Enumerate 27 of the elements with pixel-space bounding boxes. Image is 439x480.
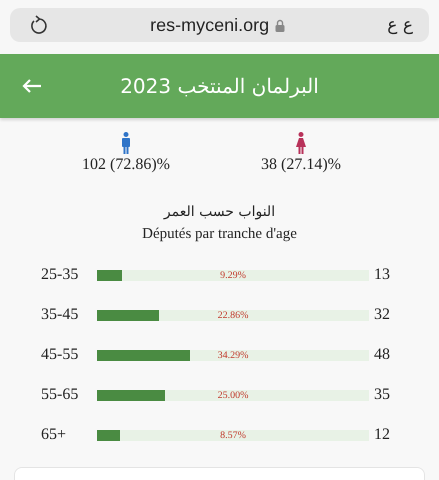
section-title: النواب حسب العمر [162, 204, 276, 220]
count-label: 48 [374, 346, 390, 364]
percent-label: 25.00% [218, 390, 248, 400]
age-range-label: 45-55 [41, 346, 80, 364]
man-icon [120, 132, 131, 154]
page-title: البرلمان المنتخب 2023 [120, 74, 319, 98]
count-text: 38 (27.14)% [261, 156, 341, 174]
count-label: 35 [374, 386, 390, 404]
count-label: 12 [374, 426, 390, 444]
count-label: 13 [374, 266, 390, 284]
percent-label: 22.86% [218, 310, 248, 320]
woman-icon [295, 132, 307, 154]
section-subtitle: Députés par tranche d'age [141, 226, 298, 243]
age-range-label: 55-65 [41, 386, 80, 404]
percent-label: 8.57% [220, 430, 246, 440]
age-range-label: 35-45 [41, 306, 80, 324]
count-label: 32 [374, 306, 390, 324]
lock-icon [275, 18, 286, 32]
count-text: 102 (72.86)% [82, 156, 170, 174]
reload-icon[interactable] [30, 15, 48, 35]
percent-label: 34.29% [218, 350, 248, 360]
back-arrow-icon[interactable] [22, 78, 42, 94]
age-range-label: 25-35 [41, 266, 80, 284]
text-size-button[interactable]: ع ع [387, 15, 413, 35]
percent-label: 9.29% [220, 270, 246, 280]
age-range-label: 65+ [41, 426, 68, 444]
url-text: res-myceni.org [150, 14, 270, 36]
